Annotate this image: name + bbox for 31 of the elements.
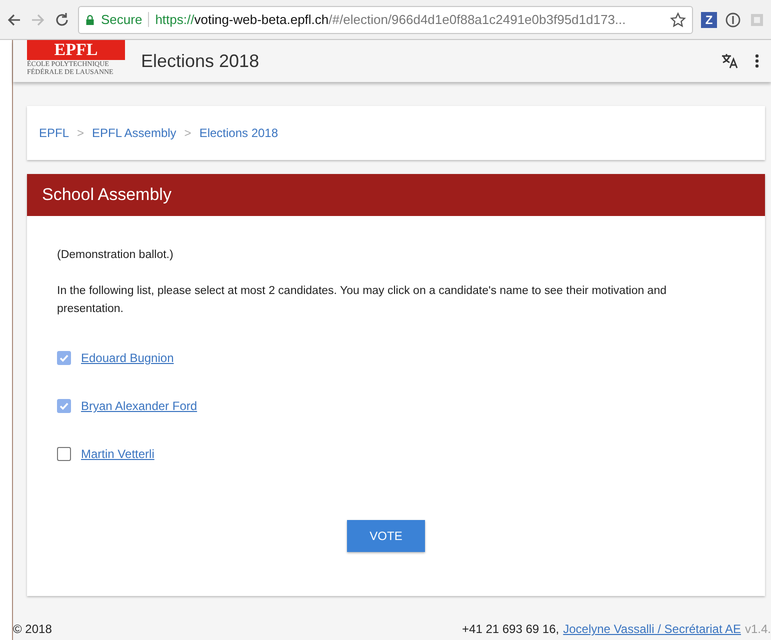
version-text: v1.4. [744, 622, 771, 636]
breadcrumb-separator: > [184, 126, 192, 140]
info-icon[interactable] [725, 12, 741, 28]
candidate-link[interactable]: Bryan Alexander Ford [81, 399, 198, 413]
back-icon[interactable] [6, 12, 22, 28]
breadcrumb-separator: > [77, 126, 84, 140]
address-bar[interactable]: Secure https://voting-web-beta.epfl.ch/#/election/966d4d1e0f88a1c2491e0b3f95d1d173... [78, 6, 693, 34]
candidate-link[interactable]: Edouard Bugnion [81, 351, 174, 365]
star-icon[interactable] [670, 12, 686, 28]
app-title: Elections 2018 [141, 50, 260, 72]
ballot-note: (Demonstration ballot.) [57, 248, 174, 263]
reload-icon[interactable] [54, 12, 70, 28]
lock-icon [85, 14, 95, 26]
breadcrumb-link[interactable]: EPFL Assembly [92, 126, 176, 140]
candidate-checkbox[interactable] [57, 399, 71, 413]
ballot-instructions: In the following list, please select at most 2 candidates. You may click on a candidate's name to see their motivation and presentation. [57, 284, 668, 317]
contact-link[interactable]: Jocelyne Vassalli / Secrétariat AE [563, 622, 741, 636]
breadcrumb-link[interactable]: EPFL [39, 126, 70, 140]
ballot-title: School Assembly [27, 174, 765, 216]
url-text: https://voting-web-beta.epfl.ch/#/election/966d4d1e0f88a1c2491e0b3f95d1d173... [155, 12, 627, 27]
extension-icon[interactable]: Z [701, 12, 717, 28]
more-icon[interactable] [755, 53, 759, 69]
copyright-text: © 2018 [13, 622, 52, 636]
secure-label: Secure [101, 12, 150, 27]
candidate-checkbox[interactable] [57, 351, 71, 365]
translate-icon[interactable] [721, 53, 739, 69]
phone-number: +41 21 693 69 16, [462, 622, 560, 636]
candidate-checkbox[interactable] [57, 447, 71, 461]
vote-button[interactable]: VOTE [347, 520, 425, 552]
candidate-link[interactable]: Martin Vetterli [81, 447, 154, 461]
breadcrumb-link[interactable]: Elections 2018 [199, 126, 278, 140]
